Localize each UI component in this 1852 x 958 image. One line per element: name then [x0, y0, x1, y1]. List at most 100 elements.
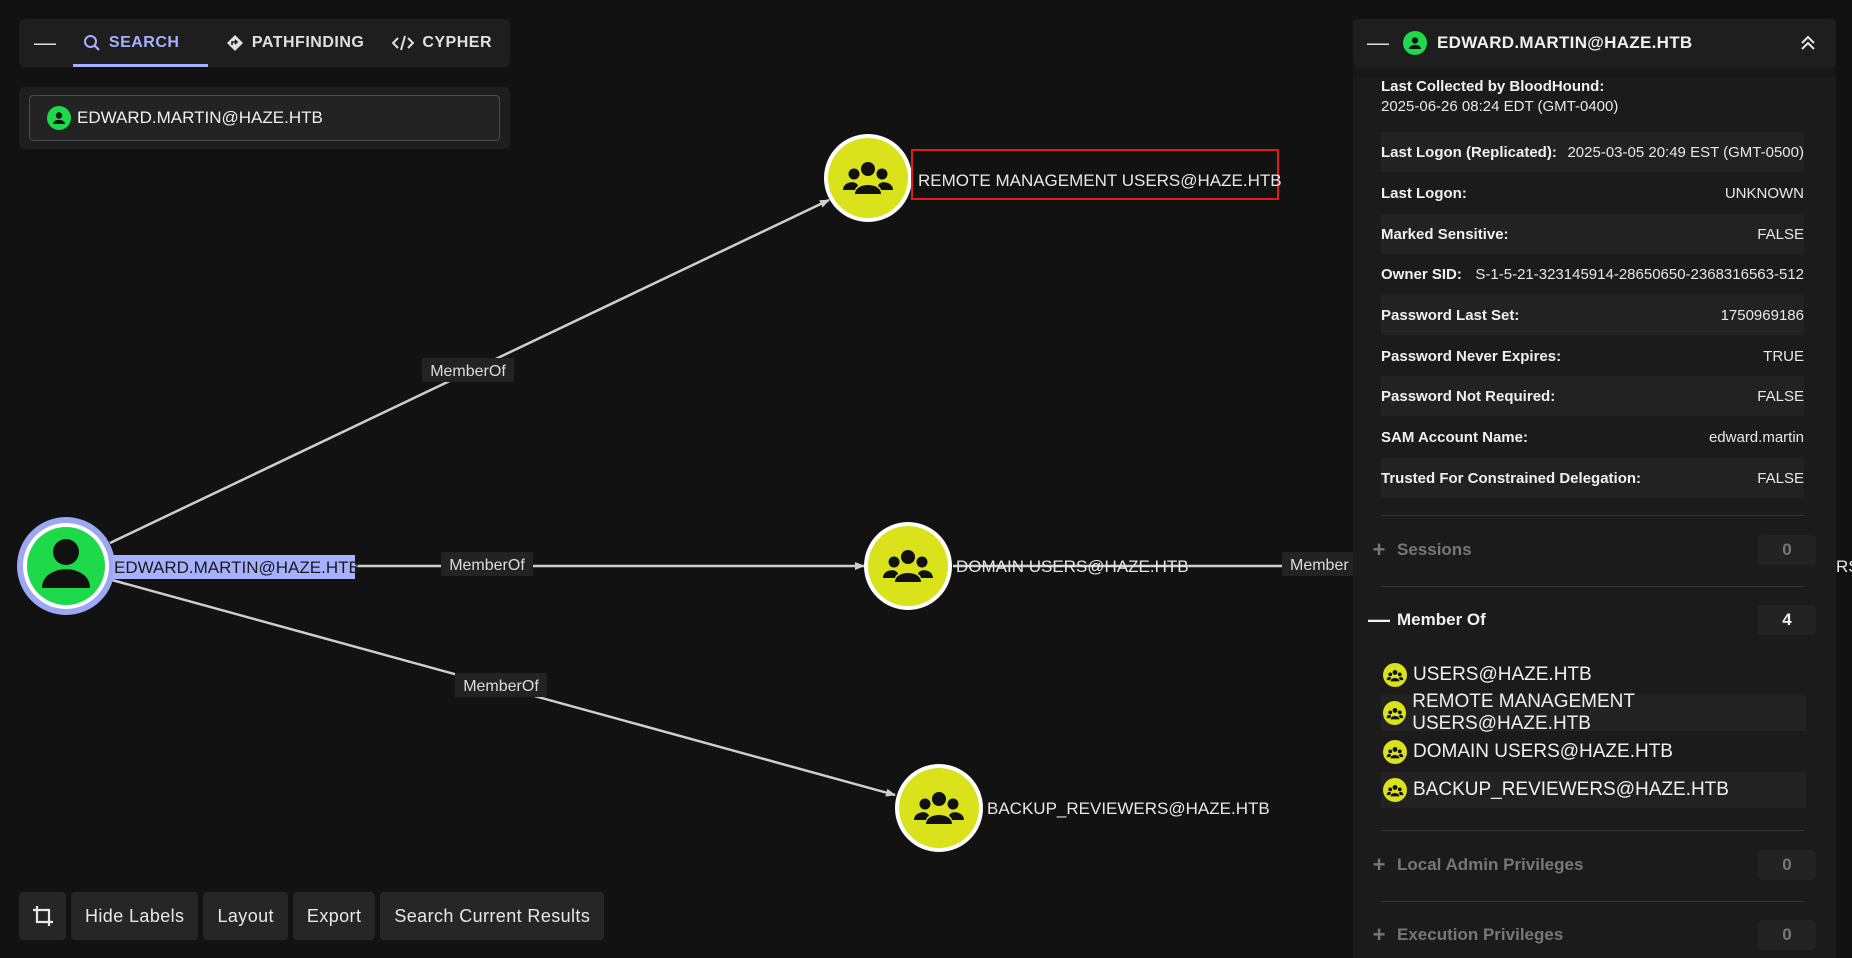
edge-label-offscreen: Member	[1290, 557, 1349, 574]
user-node-edward-martin[interactable]	[17, 517, 115, 615]
property-key: Owner SID:	[1381, 265, 1462, 283]
section-label: Execution Privileges	[1397, 925, 1564, 944]
search-current-results-button[interactable]: Search Current Results	[380, 892, 605, 940]
search-input[interactable]: EDWARD.MARTIN@HAZE.HTB	[29, 95, 500, 141]
tab-cypher[interactable]: CYPHER	[382, 19, 502, 67]
entity-details-body[interactable]: Last Collected by BloodHound: 2025-06-26…	[1353, 77, 1836, 958]
collapse-icon: —	[1368, 607, 1390, 632]
property-row: SAM Account Name: edward.martin	[1381, 417, 1804, 457]
divider	[1381, 901, 1804, 902]
property-key: SAM Account Name:	[1381, 428, 1528, 446]
tab-pathfinding-label: PATHFINDING	[251, 34, 365, 51]
section-label: Sessions	[1397, 540, 1472, 559]
node-label-edward-martin: EDWARD.MARTIN@HAZE.HTB	[114, 558, 360, 577]
property-value: FALSE	[1757, 387, 1804, 405]
property-value: FALSE	[1757, 469, 1804, 487]
section-label: Member Of	[1397, 610, 1486, 629]
property-row: Password Not Required: FALSE	[1381, 376, 1804, 416]
group-icon	[1383, 701, 1407, 725]
property-key: Trusted For Constrained Delegation:	[1381, 469, 1642, 487]
section-local-admin[interactable]: + Local Admin Privileges 0	[1363, 845, 1816, 885]
collapse-details-button[interactable]: —	[1353, 19, 1403, 67]
group-icon	[1383, 663, 1407, 687]
member-of-item[interactable]: USERS@HAZE.HTB	[1381, 657, 1806, 693]
search-icon	[83, 35, 100, 51]
property-row: Trusted For Constrained Delegation: FALS…	[1381, 458, 1804, 498]
member-of-label: BACKUP_REVIEWERS@HAZE.HTB	[1413, 779, 1729, 800]
property-value: 1750969186	[1720, 306, 1804, 324]
section-sessions[interactable]: + Sessions 0	[1363, 530, 1816, 570]
property-value: edward.martin	[1708, 428, 1804, 446]
hide-labels-button[interactable]: Hide Labels	[71, 892, 199, 940]
user-icon	[47, 106, 71, 130]
minus-icon: —	[1367, 30, 1389, 55]
property-value: S-1-5-21-323145914-28650650-2368316563-5…	[1475, 265, 1804, 283]
tab-pathfinding[interactable]: PATHFINDING	[216, 19, 374, 67]
section-execution[interactable]: + Execution Privileges 0	[1363, 915, 1816, 955]
group-node-backup-reviewers[interactable]	[895, 764, 983, 852]
entity-details-panel: — EDWARD.MARTIN@HAZE.HTB Last Collected …	[1353, 19, 1836, 958]
section-member-of[interactable]: — Member Of 4	[1363, 600, 1816, 640]
property-key: Last Logon:	[1381, 184, 1467, 202]
property-row: Marked Sensitive: FALSE	[1381, 214, 1804, 254]
member-of-label: USERS@HAZE.HTB	[1413, 664, 1592, 685]
member-of-label: DOMAIN USERS@HAZE.HTB	[1413, 741, 1673, 762]
node-label-domain-users: DOMAIN USERS@HAZE.HTB	[956, 557, 1189, 576]
property-row: Password Last Set: 1750969186	[1381, 295, 1804, 335]
group-node-domain-users[interactable]	[864, 522, 952, 610]
crop-button[interactable]	[19, 892, 66, 940]
member-of-label: REMOTE MANAGEMENT USERS@HAZE.HTB	[1412, 691, 1635, 734]
property-value: TRUE	[1763, 347, 1804, 365]
entity-details-header: — EDWARD.MARTIN@HAZE.HTB	[1353, 19, 1836, 67]
section-count: 0	[1758, 535, 1816, 565]
section-count: 4	[1758, 605, 1816, 635]
section-count: 0	[1758, 850, 1816, 880]
graph-controls: Hide Labels Layout Export Search Current…	[19, 892, 609, 940]
property-row: Last Logon: UNKNOWN	[1381, 173, 1804, 213]
section-count: 0	[1758, 920, 1816, 950]
divider	[1381, 515, 1804, 516]
entity-title: EDWARD.MARTIN@HAZE.HTB	[1437, 33, 1693, 52]
search-tabs-bar: — SEARCH PATHFINDING CYPHER	[19, 19, 510, 67]
property-value: 2025-03-05 20:49 EST (GMT-0500)	[1567, 143, 1804, 161]
property-key: Password Last Set:	[1381, 306, 1520, 324]
member-of-item[interactable]: REMOTE MANAGEMENT USERS@HAZE.HTB	[1381, 691, 1806, 734]
double-chevron-up-icon	[1801, 35, 1815, 50]
group-node-remote-management[interactable]	[824, 134, 912, 222]
group-icon	[1383, 778, 1407, 802]
section-label: Local Admin Privileges	[1397, 855, 1584, 874]
edge-label-remote: MemberOf	[430, 363, 506, 380]
member-of-item[interactable]: DOMAIN USERS@HAZE.HTB	[1381, 734, 1806, 770]
member-of-item[interactable]: BACKUP_REVIEWERS@HAZE.HTB	[1381, 772, 1806, 808]
diamond-route-icon	[226, 35, 243, 51]
last-collected-value: 2025-06-26 08:24 EDT (GMT-0400)	[1381, 98, 1619, 115]
crop-icon	[32, 906, 53, 926]
divider	[1381, 586, 1804, 587]
search-value: EDWARD.MARTIN@HAZE.HTB	[77, 108, 323, 127]
layout-button[interactable]: Layout	[203, 892, 288, 940]
code-icon	[392, 35, 415, 51]
property-row: Last Logon (Replicated): 2025-03-05 20:4…	[1381, 132, 1804, 172]
search-panel: EDWARD.MARTIN@HAZE.HTB	[19, 87, 510, 149]
edge-label-backup: MemberOf	[463, 678, 539, 695]
minus-icon: —	[33, 30, 56, 55]
tab-search[interactable]: SEARCH	[72, 19, 208, 67]
collapse-button[interactable]: —	[19, 19, 71, 67]
export-button[interactable]: Export	[292, 892, 376, 940]
property-row: Owner SID: S-1-5-21-323145914-28650650-2…	[1381, 254, 1804, 294]
divider	[1381, 830, 1804, 831]
expand-icon: +	[1372, 922, 1386, 947]
expand-icon: +	[1372, 852, 1386, 877]
property-value: FALSE	[1757, 225, 1804, 243]
property-key: Password Not Required:	[1381, 387, 1556, 405]
node-label-backup-reviewers: BACKUP_REVIEWERS@HAZE.HTB	[987, 799, 1270, 818]
user-icon	[1403, 31, 1427, 55]
tab-cypher-label: CYPHER	[422, 34, 492, 51]
group-icon	[1383, 740, 1407, 764]
node-label-offscreen: RS	[1836, 557, 1852, 576]
tab-search-label: SEARCH	[108, 34, 180, 51]
edge-label-domain: MemberOf	[449, 557, 525, 574]
property-key: Marked Sensitive:	[1381, 225, 1509, 243]
node-label-remote-management: REMOTE MANAGEMENT USERS@HAZE.HTB	[918, 171, 1282, 190]
collapse-up-button[interactable]	[1798, 33, 1818, 53]
